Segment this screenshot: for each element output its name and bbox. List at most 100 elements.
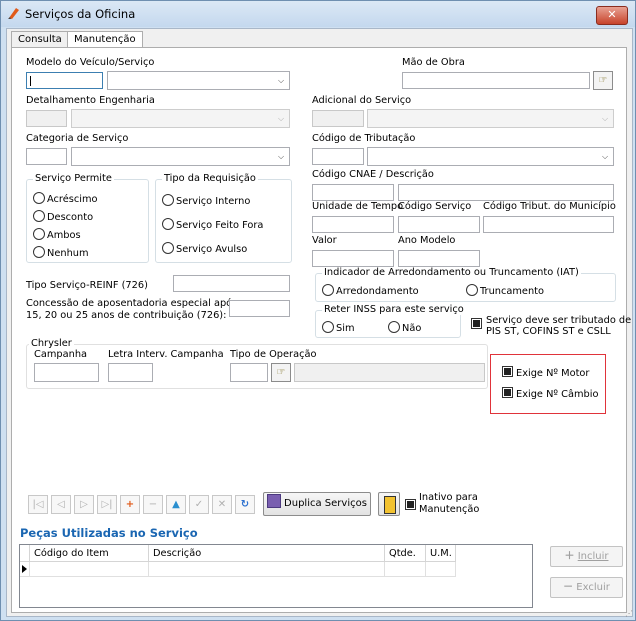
next-record-button[interactable]: ▷ <box>74 495 94 514</box>
radio-label: Serviço Feito Fora <box>176 220 264 231</box>
chevron-down-icon: ⌵ <box>601 114 609 123</box>
categoria-code-input[interactable] <box>26 148 67 165</box>
unidade-tempo-input[interactable] <box>312 216 394 233</box>
chevron-down-icon: ⌵ <box>601 152 609 161</box>
app-icon <box>8 8 19 19</box>
iat-group: Indicador de Arredondamento ou Truncamen… <box>315 267 616 302</box>
title-bar[interactable]: Serviços da Oficina ✕ <box>1 1 635 27</box>
radio-servico-avulso[interactable]: Serviço Avulso <box>162 242 247 255</box>
edit-record-button[interactable]: ▲ <box>166 495 186 514</box>
tipo-operacao-desc <box>294 363 485 382</box>
delete-record-button[interactable]: − <box>143 495 163 514</box>
duplica-servicos-button[interactable]: Duplica Serviços <box>263 492 371 516</box>
radio-truncamento[interactable]: Truncamento <box>466 284 544 297</box>
pecas-grid[interactable]: Código do Item Descrição Qtde. U.M. <box>19 544 533 608</box>
door-icon <box>384 496 396 514</box>
radio-desconto[interactable]: Desconto <box>33 210 93 223</box>
resize-grip-icon[interactable]: ⋰ <box>625 610 633 618</box>
cod-tributacao-combo[interactable]: ⌵ <box>367 147 614 166</box>
categoria-combo[interactable]: ⌵ <box>71 147 290 166</box>
radio-circle-icon <box>322 284 334 296</box>
cod-tributacao-input[interactable] <box>312 148 364 165</box>
radio-circle-icon <box>322 321 334 333</box>
campanha-input[interactable] <box>34 363 99 382</box>
radio-label: Sim <box>336 323 355 334</box>
table-cell[interactable] <box>30 562 149 577</box>
detalhamento-code-input[interactable] <box>26 110 67 127</box>
tipo-reinf-input[interactable] <box>173 275 290 292</box>
radio-circle-icon <box>33 210 45 222</box>
first-record-button[interactable]: |◁ <box>28 495 48 514</box>
radio-circle-icon <box>466 284 478 296</box>
prev-record-button[interactable]: ◁ <box>51 495 71 514</box>
post-record-button[interactable]: ✓ <box>189 495 209 514</box>
radio-servico-feito-fora[interactable]: Serviço Feito Fora <box>162 218 263 231</box>
radio-circle-icon <box>388 321 400 333</box>
iat-title: Indicador de Arredondamento ou Truncamen… <box>322 267 581 278</box>
tipo-requisicao-title: Tipo da Requisição <box>162 173 258 184</box>
tipo-operacao-input[interactable] <box>230 363 268 382</box>
adicional-code-input[interactable] <box>312 110 364 127</box>
table-cell[interactable] <box>385 562 426 577</box>
radio-nenhum[interactable]: Nenhum <box>33 246 89 259</box>
codigo-servico-input[interactable] <box>398 216 480 233</box>
close-button[interactable]: ✕ <box>596 6 628 25</box>
cnae-desc-input[interactable] <box>398 184 614 201</box>
detalhamento-combo[interactable]: ⌵ <box>71 109 290 128</box>
cnae-code-input[interactable] <box>312 184 394 201</box>
col-um[interactable]: U.M. <box>426 545 456 562</box>
col-codigo-item[interactable]: Código do Item <box>30 545 149 562</box>
last-record-button[interactable]: ▷| <box>97 495 117 514</box>
lookup-icon[interactable]: ☞ <box>271 363 291 382</box>
adicional-combo[interactable]: ⌵ <box>367 109 614 128</box>
radio-acrescimo[interactable]: Acréscimo <box>33 192 98 205</box>
exige-motor-checkbox[interactable]: Exige Nº Motor <box>502 366 589 379</box>
door-exit-button[interactable] <box>378 492 400 516</box>
lookup-icon[interactable]: ☞ <box>593 71 613 90</box>
table-cell[interactable] <box>426 562 456 577</box>
concessao-input[interactable] <box>229 300 290 317</box>
exige-cambio-label: Exige Nº Câmbio <box>516 389 599 400</box>
radio-label: Acréscimo <box>47 194 98 205</box>
categoria-label: Categoria de Serviço <box>26 133 129 144</box>
row-pointer <box>20 562 30 577</box>
manutencao-panel: Modelo do Veículo/Serviço ⌵ Mão de Obra … <box>11 47 631 613</box>
radio-ambos[interactable]: Ambos <box>33 228 81 241</box>
radio-servico-interno[interactable]: Serviço Interno <box>162 194 250 207</box>
add-record-button[interactable]: + <box>120 495 140 514</box>
cancel-record-button[interactable]: ✕ <box>212 495 232 514</box>
radio-label: Serviço Interno <box>176 196 251 207</box>
tipo-requisicao-group: Tipo da Requisição Serviço Interno Servi… <box>155 173 292 263</box>
checkbox-checked-icon <box>405 499 416 510</box>
letra-interv-input[interactable] <box>108 363 153 382</box>
valor-input[interactable] <box>312 250 394 267</box>
radio-sim[interactable]: Sim <box>322 321 354 334</box>
codigo-tribut-municipio-label: Código Tribut. do Município <box>483 201 616 212</box>
cnae-label: Código CNAE / Descrição <box>312 169 434 180</box>
mao-obra-input[interactable] <box>402 72 590 89</box>
refresh-record-button[interactable]: ↻ <box>235 495 255 514</box>
modelo-code-input[interactable] <box>26 72 103 89</box>
radio-arredondamento[interactable]: Arredondamento <box>322 284 419 297</box>
checkbox-checked-icon <box>502 387 513 398</box>
checkbox-checked-icon <box>471 318 482 329</box>
campanha-label: Campanha <box>34 349 88 360</box>
col-descricao[interactable]: Descrição <box>149 545 385 562</box>
radio-label: Arredondamento <box>336 286 419 297</box>
ano-modelo-input[interactable] <box>398 250 480 267</box>
plus-icon: ＋ <box>564 551 575 562</box>
chevron-down-icon: ⌵ <box>277 152 285 161</box>
codigo-tribut-municipio-input[interactable] <box>483 216 614 233</box>
radio-label: Ambos <box>47 230 81 241</box>
excluir-button[interactable]: － Excluir <box>550 577 623 598</box>
modelo-combo[interactable]: ⌵ <box>107 71 290 90</box>
incluir-button[interactable]: ＋ Incluir <box>550 546 623 567</box>
table-cell[interactable] <box>149 562 385 577</box>
pis-line1: Serviço deve ser tributado de <box>486 315 632 326</box>
col-qtde[interactable]: Qtde. <box>385 545 426 562</box>
exige-cambio-checkbox[interactable]: Exige Nº Câmbio <box>502 387 598 400</box>
tipo-reinf-label: Tipo Serviço-REINF (726) <box>26 280 148 291</box>
ano-modelo-label: Ano Modelo <box>398 235 456 246</box>
row-indicator-header <box>20 545 30 562</box>
radio-nao[interactable]: Não <box>388 321 421 334</box>
